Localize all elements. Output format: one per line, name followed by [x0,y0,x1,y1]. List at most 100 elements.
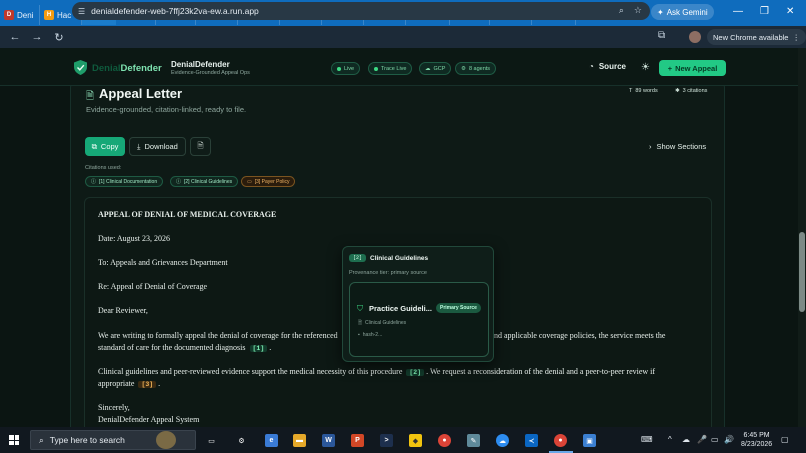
check-shield-icon: ⛉ [357,304,363,313]
product-name: DenialDefender [171,60,230,69]
powerpoint-icon[interactable]: P [351,434,364,447]
shield-logo-icon [74,60,87,75]
tab-label: Hac [57,10,72,20]
brand-part-2: Defender [120,63,162,74]
source-category-label: Clinical Guidelines [365,320,407,326]
source-button[interactable]: ◔ Source [589,62,626,71]
cloud-icon: ☁ [425,65,431,72]
url-omnibox[interactable]: ☰ denialdefender-web-7ffj23k2va-ew.a.run… [72,2,650,20]
export-document-button[interactable]: 🗎 [190,137,211,156]
kebab-menu-icon[interactable]: ⋮ [792,33,800,42]
notifications-icon[interactable]: ▢ [781,435,789,444]
source-card-title: Practice Guideli... [369,304,432,313]
document-icon: 🗎 [86,91,95,102]
download-icon: ⤓ [137,141,141,151]
system-clock[interactable]: 6:45 PM 8/23/2026 [741,431,772,449]
address-bar: ← → ↻ [0,26,806,48]
live-dot-icon [337,66,341,71]
ask-gemini-button[interactable]: ✦ Ask Gemini [651,4,714,20]
microphone-icon[interactable]: 🎤 [697,435,707,444]
download-button[interactable]: ⤓ Download [129,137,186,156]
citation-chip-1[interactable]: ⓘ [1] Clinical Documentation [85,176,164,187]
download-label: Download [144,142,178,151]
forward-arrow-icon[interactable]: → [26,31,48,43]
windows-start-icon[interactable] [9,435,19,445]
git-icon[interactable]: ◆ [409,434,422,447]
letter-paragraph-2-line2: appropriate [3]. [98,379,161,388]
brand-logo-text[interactable]: DenialDefender [92,63,162,74]
citation-chip-2[interactable]: ⓘ [2] Clinical Guidelines [170,176,239,187]
maximize-icon[interactable]: ❐ [760,6,769,17]
page-subtitle: Evidence-grounded, citation-linked, read… [86,105,247,114]
vscode-icon[interactable]: ≺ [525,434,538,447]
close-window-icon[interactable]: ✕ [786,6,794,17]
powershell-icon[interactable]: > [380,434,393,447]
keyboard-icon[interactable]: ⌨ [641,435,653,444]
popover-citation-badge: [2] [349,254,367,262]
citations-used-label: Citations used: [85,165,122,171]
citation-chip-label: [1] Clinical Documentation [99,178,158,185]
ask-gemini-label: Ask Gemini [666,7,708,17]
file-icon: 🗎 [358,320,363,326]
citation-tag-1[interactable]: [1] [249,345,268,352]
reload-icon[interactable]: ↻ [48,31,70,44]
new-appeal-button[interactable]: + New Appeal [659,60,726,76]
source-hash-label: hash-2... [362,332,383,338]
policy-icon: ▭ [247,178,252,185]
task-view-icon[interactable]: ▭ [205,434,218,447]
letter-salutation: Dear Reviewer, [98,306,148,315]
cloud-tray-icon[interactable]: ☁ [682,435,690,444]
letter-paragraph-1-line2: standard of care for the documented diag… [98,343,272,352]
bookmark-star-icon[interactable]: ☆ [634,5,642,16]
notes-icon[interactable]: ✎ [467,434,480,447]
chevron-up-icon[interactable]: ^ [668,435,672,444]
show-sections-label: Show Sections [656,142,707,151]
citation-count-label: 3 citations [682,88,708,94]
network-icon[interactable]: ▭ [711,435,719,444]
extensions-icon[interactable]: ⧉ [658,30,665,41]
new-chrome-available-button[interactable]: New Chrome available ⋮ [707,29,806,45]
status-pill-agents: ⚙ 8 agents [455,62,497,75]
word-icon[interactable]: W [322,434,335,447]
cloud-app-icon[interactable]: ☁ [496,434,509,447]
clock-date: 8/23/2026 [741,441,773,448]
chrome-active-icon[interactable]: ● [554,434,567,447]
theme-toggle-sun-icon[interactable]: ☀ [641,62,650,73]
windows-taskbar: ⌕ Type here to search ▭ ⚙ e ▬ W P > ◆ ● … [0,427,806,453]
citation-popover: [2] Clinical Guidelines Provenance tier:… [342,246,494,362]
show-sections-toggle[interactable]: › Show Sections [649,142,706,151]
site-info-icon[interactable]: ☰ [78,7,85,16]
chrome-icon[interactable]: ● [438,434,451,447]
letter-to: To: Appeals and Grievances Department [98,258,228,267]
volume-icon[interactable]: 🔊 [724,435,734,444]
letter-date: Date: August 23, 2026 [98,234,170,243]
tab-favicon-icon: D [4,10,14,20]
pill-label: Trace Live [381,65,407,72]
edge-icon[interactable]: e [265,434,278,447]
status-pill-gcp: ☁ GCP [419,62,452,75]
url-text[interactable]: denialdefender-web-7ffj23k2va-ew.a.run.a… [91,6,259,16]
primary-source-badge: Primary Source [436,303,481,313]
letter-heading: APPEAL OF DENIAL OF MEDICAL COVERAGE [98,210,277,219]
settings-gear-icon[interactable]: ⚙ [235,434,248,447]
news-widget-icon[interactable] [156,431,176,449]
minimize-icon[interactable]: — [733,6,743,17]
back-arrow-icon[interactable]: ← [4,31,26,43]
screen: DDeniHHac✓✕DDevZZaiGConHHac▲my-GGiveDDas… [0,0,806,453]
file-explorer-icon[interactable]: ▬ [293,434,306,447]
photos-icon[interactable]: ▣ [583,434,596,447]
letter-paragraph-2: Clinical guidelines and peer-reviewed ev… [98,367,655,376]
copy-button[interactable]: ⧉ Copy [85,137,125,156]
word-count: T 89 words [629,88,658,94]
letter-closing: Sincerely, [98,403,130,412]
browser-tab[interactable]: D Deni [0,5,40,25]
citation-tag-3[interactable]: [3] [138,381,157,388]
zoom-icon[interactable]: ⌕ [619,5,624,16]
citation-chip-3[interactable]: ▭ [3] Payer Policy [241,176,296,187]
citation-tag-2[interactable]: [2] [406,369,425,376]
profile-avatar[interactable] [689,31,701,43]
popover-title: Clinical Guidelines [370,255,429,262]
source-card[interactable]: ⛉ Practice Guideli... Primary Source 🗎 C… [349,282,489,357]
trace-dot-icon [374,66,378,71]
page-scrollbar-thumb[interactable] [799,232,805,312]
